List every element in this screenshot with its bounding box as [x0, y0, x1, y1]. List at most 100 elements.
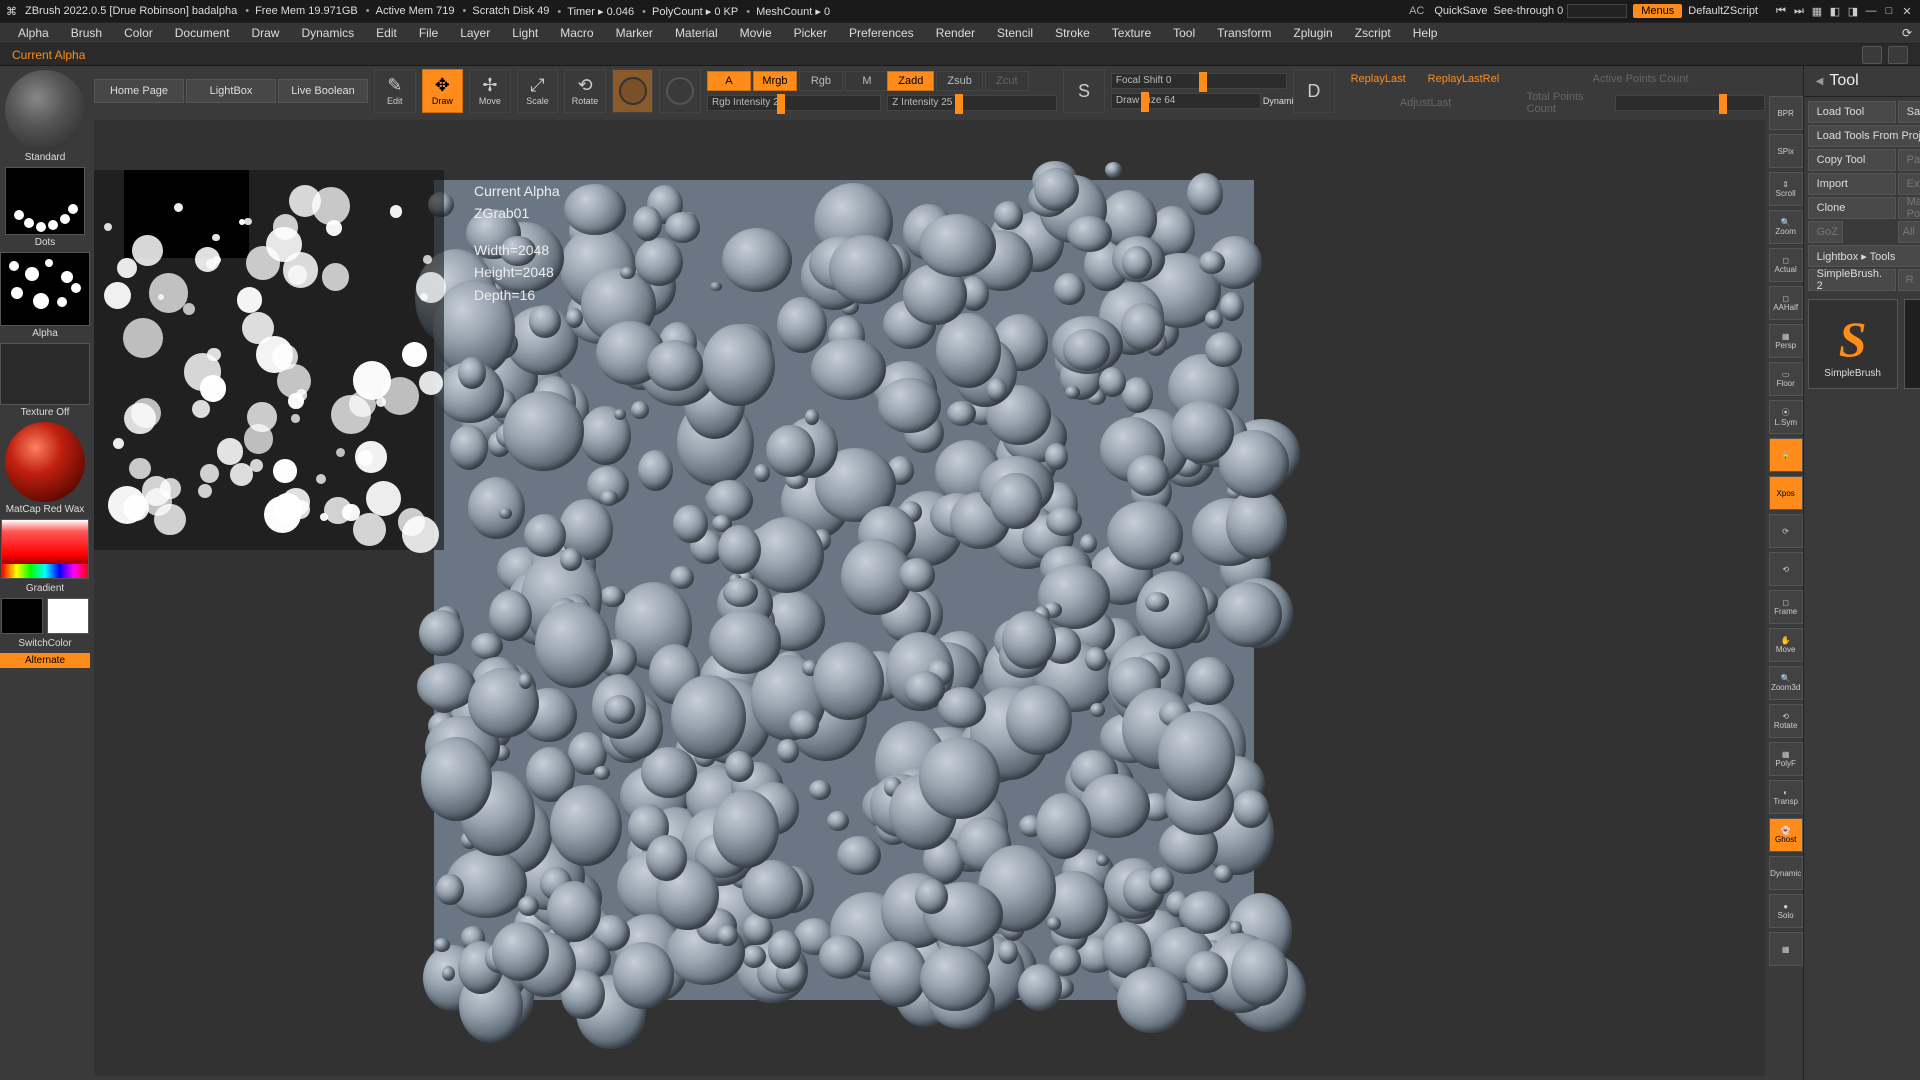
- maximize-icon[interactable]: □: [1882, 4, 1896, 18]
- menu-layer[interactable]: Layer: [450, 24, 500, 42]
- menu-brush[interactable]: Brush: [61, 24, 112, 42]
- move-view-button[interactable]: ✋Move: [1769, 628, 1803, 662]
- tool-panel-header[interactable]: Tool: [1804, 66, 1920, 97]
- texture-slot[interactable]: Texture Off: [0, 343, 90, 420]
- a-chip[interactable]: A: [707, 71, 751, 91]
- lightbox-button[interactable]: LightBox: [186, 79, 276, 103]
- menu-help[interactable]: Help: [1403, 24, 1448, 42]
- swatch-black[interactable]: [1, 598, 43, 634]
- next-icon[interactable]: ⏭: [1792, 4, 1806, 18]
- layout-icon[interactable]: ◧: [1828, 4, 1842, 18]
- menu-color[interactable]: Color: [114, 24, 163, 42]
- material-slot[interactable]: MatCap Red Wax: [4, 422, 87, 517]
- menu-tool[interactable]: Tool: [1163, 24, 1205, 42]
- transp-button[interactable]: ◐Transp: [1769, 780, 1803, 814]
- save-as-button[interactable]: Save As: [1898, 101, 1920, 123]
- menu-preferences[interactable]: Preferences: [839, 24, 924, 42]
- floor-button[interactable]: ▭Floor: [1769, 362, 1803, 396]
- import-button[interactable]: Import: [1808, 173, 1896, 195]
- menu-draw[interactable]: Draw: [241, 24, 289, 42]
- seethrough-slider[interactable]: See-through 0: [1494, 4, 1628, 18]
- tool-name-field[interactable]: SimpleBrush. 2: [1808, 269, 1896, 291]
- menu-document[interactable]: Document: [165, 24, 240, 42]
- menu-stencil[interactable]: Stencil: [987, 24, 1043, 42]
- live-boolean-button[interactable]: Live Boolean: [278, 79, 368, 103]
- adjust-last-button[interactable]: AdjustLast: [1341, 93, 1511, 113]
- polyf-button[interactable]: ▦PolyF: [1769, 742, 1803, 776]
- gyro-b-button[interactable]: [659, 69, 701, 113]
- focal-shift-slider[interactable]: Focal Shift 0: [1111, 73, 1287, 89]
- r2-button[interactable]: R: [1898, 269, 1920, 291]
- rt-button-b[interactable]: ⟲: [1769, 552, 1803, 586]
- menu-edit[interactable]: Edit: [366, 24, 407, 42]
- copy-tool-button[interactable]: Copy Tool: [1808, 149, 1896, 171]
- clone-button[interactable]: Clone: [1808, 197, 1896, 219]
- alternate-button[interactable]: Alternate: [0, 653, 90, 668]
- goz-button[interactable]: GoZ: [1808, 221, 1843, 243]
- tool-thumb-simplebrush[interactable]: S SimpleBrush: [1808, 299, 1898, 389]
- persp-button[interactable]: ▦Persp: [1769, 324, 1803, 358]
- swatch-white[interactable]: [47, 598, 89, 634]
- export-button[interactable]: Export: [1898, 173, 1920, 195]
- status-btn-b[interactable]: [1888, 46, 1908, 64]
- d-icon-button[interactable]: D: [1293, 69, 1335, 113]
- mrgb-chip[interactable]: Mrgb: [753, 71, 797, 91]
- zoom3d-button[interactable]: 🔍Zoom3d: [1769, 666, 1803, 700]
- edit-mode-button[interactable]: ✎Edit: [374, 69, 416, 113]
- zcut-chip[interactable]: Zcut: [985, 71, 1029, 91]
- gyro-a-button[interactable]: [612, 69, 654, 113]
- solo-button[interactable]: ●Solo: [1769, 894, 1803, 928]
- menu-file[interactable]: File: [409, 24, 448, 42]
- zadd-chip[interactable]: Zadd: [887, 71, 934, 91]
- gradient-label[interactable]: Gradient: [24, 581, 66, 596]
- m-chip[interactable]: M: [845, 71, 889, 91]
- rotate-view-button[interactable]: ⟲Rotate: [1769, 704, 1803, 738]
- quicksave-button[interactable]: QuickSave: [1434, 5, 1487, 17]
- refresh-icon[interactable]: ⟳: [1902, 26, 1912, 40]
- brush-slot[interactable]: Standard: [5, 70, 85, 165]
- load-tool-button[interactable]: Load Tool: [1808, 101, 1896, 123]
- rt-button-a[interactable]: ⟳: [1769, 514, 1803, 548]
- grid-icon[interactable]: ▦: [1810, 4, 1824, 18]
- tool-thumb-simplebrush2[interactable]: Cylinder3D S SimpleBrush: [1904, 299, 1920, 389]
- switchcolor-button[interactable]: SwitchColor: [16, 636, 73, 651]
- menu-macro[interactable]: Macro: [550, 24, 603, 42]
- menu-texture[interactable]: Texture: [1102, 24, 1161, 42]
- move-mode-button[interactable]: ✢Move: [469, 69, 511, 113]
- menu-light[interactable]: Light: [502, 24, 548, 42]
- draw-mode-button[interactable]: ✥Draw: [422, 69, 464, 113]
- zoom-button[interactable]: 🔍Zoom: [1769, 210, 1803, 244]
- spix-button[interactable]: SPix: [1769, 134, 1803, 168]
- menu-material[interactable]: Material: [665, 24, 728, 42]
- menu-zscript[interactable]: Zscript: [1345, 24, 1401, 42]
- s-icon-button[interactable]: S: [1063, 69, 1105, 113]
- menu-stroke[interactable]: Stroke: [1045, 24, 1100, 42]
- color-picker[interactable]: [1, 519, 89, 579]
- all-button[interactable]: All: [1898, 221, 1920, 243]
- prev-icon[interactable]: ⏮: [1774, 4, 1788, 18]
- menu-alpha[interactable]: Alpha: [8, 24, 59, 42]
- menus-button[interactable]: Menus: [1633, 4, 1682, 18]
- alpha-slot[interactable]: Alpha: [0, 252, 90, 341]
- draw-size-slider[interactable]: Draw Size 64: [1111, 93, 1261, 109]
- rotate-mode-button[interactable]: ⟲Rotate: [564, 69, 606, 113]
- menu-movie[interactable]: Movie: [730, 24, 782, 42]
- menu-dynamics[interactable]: Dynamics: [291, 24, 364, 42]
- lsym-button[interactable]: ⦿L.Sym: [1769, 400, 1803, 434]
- aahalf-button[interactable]: ◻AAHalf: [1769, 286, 1803, 320]
- menu-marker[interactable]: Marker: [606, 24, 663, 42]
- dynamic-button[interactable]: Dynamic: [1769, 856, 1803, 890]
- scale-mode-button[interactable]: ⤢Scale: [517, 69, 559, 113]
- extra-button[interactable]: ▦: [1769, 932, 1803, 966]
- rgb-chip[interactable]: Rgb: [799, 71, 843, 91]
- actual-button[interactable]: ◻Actual: [1769, 248, 1803, 282]
- frame-button[interactable]: ◻Frame: [1769, 590, 1803, 624]
- close-icon[interactable]: ✕: [1900, 4, 1914, 18]
- status-btn-a[interactable]: [1862, 46, 1882, 64]
- replay-last-rel-button[interactable]: ReplayLastRel: [1418, 69, 1510, 89]
- make-polymesh-button[interactable]: Make PolyMesh3D: [1898, 197, 1920, 219]
- ghost-button[interactable]: 👻Ghost: [1769, 818, 1803, 852]
- bpr-button[interactable]: BPR: [1769, 96, 1803, 130]
- canvas[interactable]: Current Alpha ZGrab01 Width=2048 Height=…: [94, 120, 1765, 1076]
- points-slider[interactable]: [1615, 95, 1765, 111]
